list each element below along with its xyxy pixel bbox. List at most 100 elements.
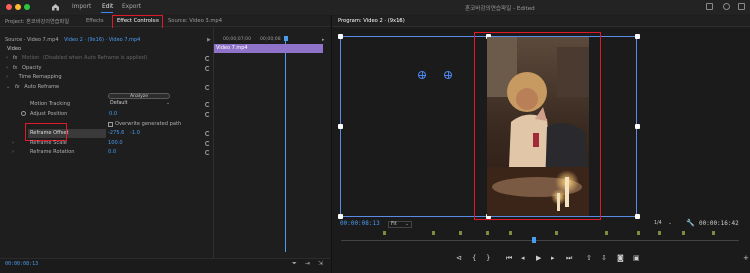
button-editor-plus-icon[interactable]: +: [743, 254, 749, 262]
adjust-position-value[interactable]: 0.0: [109, 111, 117, 121]
lift-icon[interactable]: ⇧: [586, 254, 592, 262]
filter-icon[interactable]: ⏷: [292, 260, 297, 268]
reframe-offset-x[interactable]: -275.6: [108, 130, 124, 140]
reset-reframe-scale-icon[interactable]: [205, 141, 210, 146]
timeline-clip[interactable]: Video 7.mp4: [214, 44, 323, 53]
playhead-handle[interactable]: [532, 237, 536, 243]
marker[interactable]: [459, 231, 462, 235]
marker[interactable]: [658, 231, 661, 235]
reset-adjust-position-icon[interactable]: [205, 112, 210, 117]
marker[interactable]: [509, 231, 512, 235]
chevron-right-icon[interactable]: ›: [6, 55, 8, 61]
sequence-clip-label[interactable]: Video 2 · (9x16) · Video 7.mp4: [64, 37, 140, 43]
transform-handle[interactable]: [635, 214, 640, 219]
tab-source[interactable]: Source: Video 3.mp4: [168, 18, 222, 24]
effect-controls-tab-highlight: [112, 15, 163, 29]
timeline-end-arrow-icon: ▸: [322, 37, 325, 43]
zoom-window-button[interactable]: [24, 4, 30, 10]
workspace-icon[interactable]: [706, 3, 713, 10]
menu-import[interactable]: Import: [72, 4, 91, 10]
row-auto-reframe[interactable]: ⌄ fx Auto Reframe: [6, 84, 59, 94]
program-menu-icon[interactable]: ≡: [398, 18, 402, 24]
anchor-point-icon[interactable]: [418, 71, 426, 79]
go-to-out-icon[interactable]: ⏭: [566, 254, 572, 263]
export-frame-camera-icon[interactable]: ◙: [617, 254, 624, 262]
close-window-button[interactable]: [6, 4, 12, 10]
chevron-down-icon[interactable]: ⌄: [6, 84, 10, 90]
reset-opacity-icon[interactable]: [205, 66, 210, 71]
window-title: 혼코바강의연습파일 - Edited: [465, 6, 535, 12]
section-video-label: Video: [7, 46, 22, 52]
marker[interactable]: [682, 231, 685, 235]
program-time-ruler[interactable]: [340, 230, 740, 238]
time-remapping-label: Time Remapping: [18, 74, 62, 80]
step-forward-icon[interactable]: ▸: [551, 254, 555, 262]
chevron-right-icon[interactable]: ›: [6, 74, 8, 80]
reset-auto-reframe-icon[interactable]: [205, 85, 210, 90]
row-motion[interactable]: › fx Motion (Disabled when Auto Reframe …: [6, 55, 212, 65]
settings-wrench-icon[interactable]: 🔧: [686, 219, 695, 227]
marker[interactable]: [486, 231, 489, 235]
menu-edit[interactable]: Edit: [102, 4, 113, 10]
opacity-label: Opacity: [21, 65, 42, 71]
mark-out-icon[interactable]: }: [486, 254, 490, 262]
expand-arrow-icon[interactable]: ▶: [207, 37, 211, 43]
marker[interactable]: [637, 231, 640, 235]
row-time-remapping[interactable]: › Time Remapping: [6, 74, 62, 84]
marker[interactable]: [605, 231, 608, 235]
fullscreen-icon[interactable]: [738, 3, 745, 10]
go-to-in-icon[interactable]: ⏮: [506, 254, 512, 263]
reset-motion-tracking-icon[interactable]: [205, 102, 210, 107]
tab-effects[interactable]: Effects: [86, 18, 104, 24]
mark-in-icon[interactable]: {: [472, 254, 476, 262]
position-point-icon[interactable]: [444, 71, 452, 79]
zoom-value: Fit: [391, 222, 397, 227]
overwrite-path-checkbox[interactable]: [108, 122, 113, 127]
chevron-down-icon: ⌄: [165, 101, 170, 106]
reset-motion-icon[interactable]: [205, 56, 210, 61]
transform-handle[interactable]: [338, 214, 343, 219]
chevron-right-icon[interactable]: ›: [12, 149, 14, 155]
minimize-window-button[interactable]: [15, 4, 21, 10]
source-clip-label[interactable]: Source · Video 7.mp4: [5, 37, 59, 43]
scrubber-track[interactable]: [341, 240, 739, 241]
marker[interactable]: [712, 231, 715, 235]
program-timecode[interactable]: 00:00:08:13: [340, 220, 380, 227]
menu-export[interactable]: Export: [122, 4, 141, 10]
fx-icon: fx: [14, 84, 20, 90]
transform-handle[interactable]: [635, 34, 640, 39]
extract-icon[interactable]: ⇩: [601, 254, 607, 262]
marker[interactable]: [555, 231, 558, 235]
play-icon[interactable]: ▶: [536, 254, 541, 262]
auto-reframe-label: Auto Reframe: [24, 84, 60, 90]
transform-handle[interactable]: [338, 34, 343, 39]
reframe-rotation-label: Reframe Rotation: [30, 149, 75, 155]
marker[interactable]: [383, 231, 386, 235]
stopwatch-icon[interactable]: [21, 111, 26, 116]
reset-reframe-offset-icon[interactable]: [205, 131, 210, 136]
home-icon[interactable]: [51, 3, 60, 11]
chevron-down-icon: ⌄: [667, 221, 672, 226]
motion-tracking-select[interactable]: Default ⌄: [110, 101, 170, 106]
notification-icon[interactable]: [723, 3, 730, 10]
tab-project[interactable]: Project: 혼코바강의연습파일: [5, 18, 69, 25]
export-icon[interactable]: ⇥: [305, 260, 310, 267]
resolution-select[interactable]: 1/4 ⌄: [654, 221, 672, 226]
analyze-button[interactable]: Analyze: [108, 93, 170, 99]
reframe-rotation-value[interactable]: 0.0: [108, 149, 116, 159]
reset-reframe-rotation-icon[interactable]: [205, 150, 210, 155]
motion-tracking-value: Default: [110, 101, 128, 106]
go-to-end-icon[interactable]: ⇲: [318, 260, 323, 267]
chevron-right-icon[interactable]: ›: [6, 65, 8, 71]
zoom-select[interactable]: Fit ⌄: [388, 221, 412, 228]
reframe-offset-y[interactable]: -1.0: [130, 130, 140, 140]
transform-handle[interactable]: [338, 124, 343, 129]
transform-handle[interactable]: [635, 124, 640, 129]
add-marker-icon[interactable]: ⊲: [456, 254, 462, 262]
program-title[interactable]: Program: Video 2 · (9x16): [338, 18, 405, 24]
marker[interactable]: [432, 231, 435, 235]
chevron-right-icon[interactable]: ›: [12, 140, 14, 146]
step-back-icon[interactable]: ◂: [521, 254, 525, 262]
current-time-display[interactable]: 00:00:08:13: [5, 261, 38, 267]
comparison-view-icon[interactable]: ▣: [633, 254, 640, 262]
